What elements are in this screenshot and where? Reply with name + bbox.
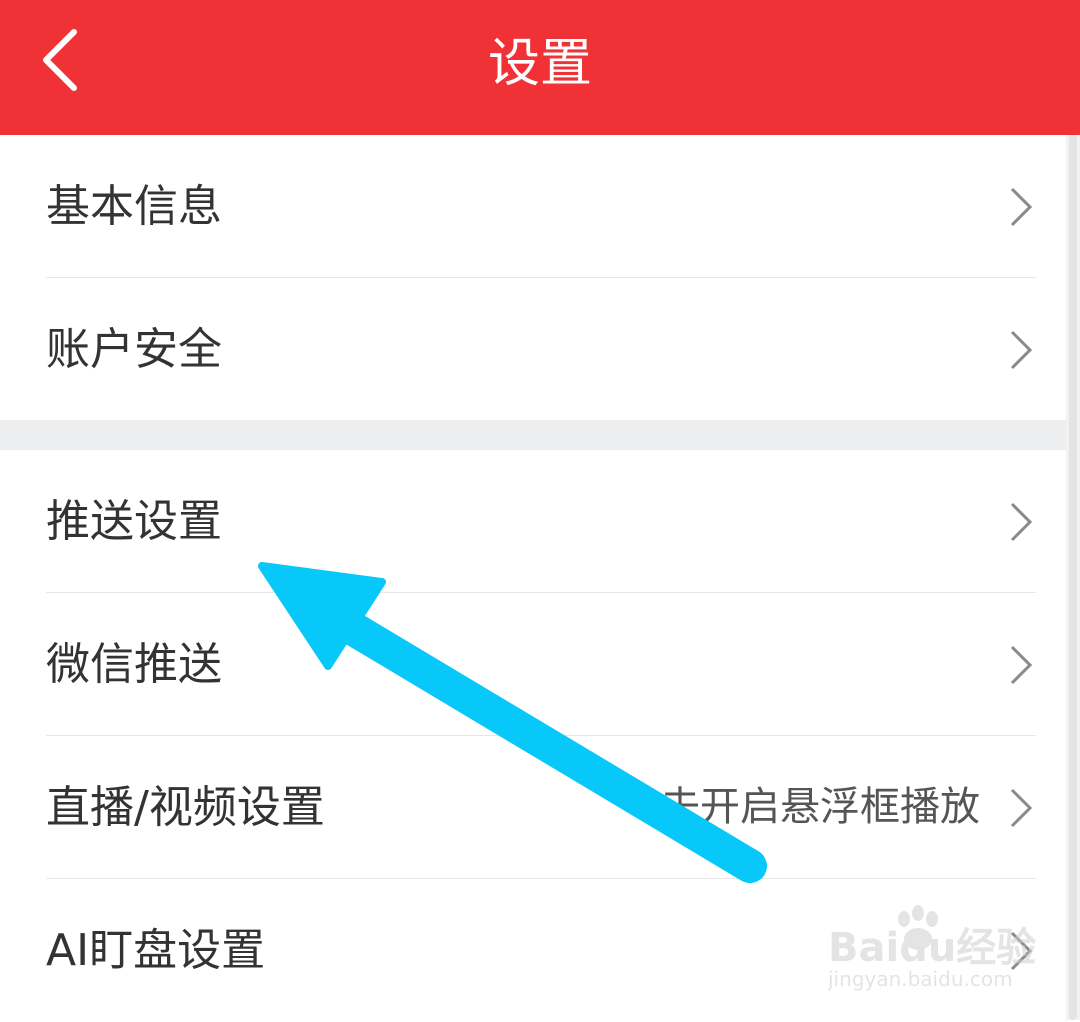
group-separator (0, 420, 1066, 450)
settings-item-wechat-push[interactable]: 微信推送 (0, 593, 1066, 736)
settings-item-label: 直播/视频设置 (46, 782, 325, 833)
settings-item-label: 账户安全 (46, 324, 222, 375)
settings-item-account-security[interactable]: 账户安全 (0, 278, 1066, 421)
chevron-right-icon (1006, 185, 1036, 229)
settings-item-basic-info[interactable]: 基本信息 (0, 135, 1066, 278)
chevron-right-icon (1006, 929, 1036, 973)
chevron-right-icon (1006, 786, 1036, 830)
chevron-right-icon (1006, 328, 1036, 372)
settings-item-value: 去开启悬浮框播放 (660, 784, 980, 830)
settings-item-live-video[interactable]: 直播/视频设置 去开启悬浮框播放 (0, 736, 1066, 879)
chevron-right-icon (1006, 500, 1036, 544)
settings-item-label: 推送设置 (46, 496, 222, 547)
settings-item-push-settings[interactable]: 推送设置 (0, 450, 1066, 593)
page-title: 设置 (487, 34, 592, 94)
top-nav-bar: 设置 (0, 0, 1080, 135)
settings-group-notifications: 推送设置 微信推送 直播/视频设置 去开启悬浮框播放 AI盯盘设置 (0, 450, 1066, 1022)
scrollbar-thumb[interactable] (1069, 135, 1077, 1020)
settings-item-label: 微信推送 (46, 639, 222, 690)
settings-item-ai-watch[interactable]: AI盯盘设置 (0, 879, 1066, 1022)
settings-item-label: AI盯盘设置 (46, 925, 266, 976)
chevron-right-icon (1006, 643, 1036, 687)
settings-item-label: 基本信息 (46, 181, 222, 232)
settings-group-account: 基本信息 账户安全 (0, 135, 1066, 421)
scrollbar[interactable] (1066, 135, 1080, 1020)
